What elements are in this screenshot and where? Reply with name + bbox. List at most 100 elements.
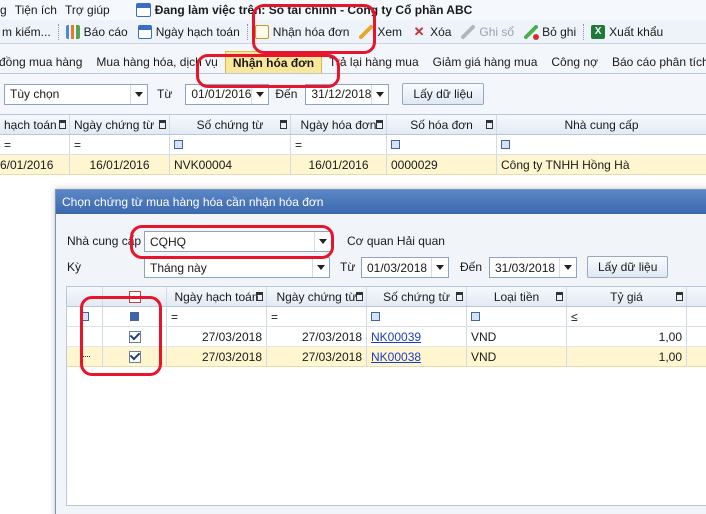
doc-no-link[interactable]: NK00039 xyxy=(371,330,421,344)
menu-item-help[interactable]: Trợ giúp xyxy=(61,3,114,17)
select-all-header[interactable] xyxy=(103,287,167,306)
table-row[interactable]: 27/03/2018 27/03/2018 NK00038 VND 1,00 xyxy=(67,347,706,367)
cell-doc-no[interactable]: NK00038 xyxy=(367,347,467,366)
invoice-icon xyxy=(254,24,269,39)
col-header[interactable]: hạch toán xyxy=(0,115,70,134)
pin-icon[interactable] xyxy=(256,292,263,301)
pin-icon[interactable] xyxy=(456,292,463,301)
filter-cell[interactable]: = xyxy=(70,135,170,154)
report-button[interactable]: Báo cáo xyxy=(61,21,133,43)
dialog-from-date-input[interactable]: 01/03/2018 xyxy=(361,257,449,278)
col-header[interactable]: Ngày hạch toán xyxy=(167,287,267,306)
filter-cell[interactable]: ≤ xyxy=(567,307,687,326)
pin-icon[interactable] xyxy=(356,292,363,301)
pin-icon[interactable] xyxy=(556,292,563,301)
col-header[interactable]: Ngày hóa đơn xyxy=(291,115,387,134)
col-header[interactable]: Nhà cung cấp xyxy=(497,115,706,134)
col-header[interactable]: Tỷ giá xyxy=(567,287,687,306)
tab-purchase-contract[interactable]: đồng mua hàng xyxy=(0,51,89,73)
row-select-cell[interactable] xyxy=(103,347,167,366)
filter-cell[interactable]: = xyxy=(267,307,367,326)
chevron-down-icon[interactable] xyxy=(371,84,389,104)
period-select[interactable]: Tùy chọn xyxy=(4,83,148,105)
view-button[interactable]: Xem xyxy=(354,21,407,43)
cell-doc-no[interactable]: NK00039 xyxy=(367,327,467,346)
unpost-button[interactable]: Bỏ ghi xyxy=(519,21,581,43)
to-date-input[interactable]: 31/12/2018 xyxy=(305,83,390,105)
search-button[interactable]: m kiếm... xyxy=(0,21,56,43)
select-all-checkbox[interactable] xyxy=(128,290,141,303)
chevron-down-icon[interactable] xyxy=(312,258,329,277)
filter-icon[interactable] xyxy=(471,312,480,321)
menu-item-partial[interactable]: g xyxy=(0,3,11,17)
col-header[interactable]: Ngày chứng từ xyxy=(267,287,367,306)
filter-icon[interactable] xyxy=(371,312,380,321)
table-row[interactable]: 6/01/2016 16/01/2016 NVK00004 16/01/2016… xyxy=(0,155,706,175)
filter-cell[interactable] xyxy=(387,135,497,154)
pin-icon[interactable] xyxy=(376,120,383,129)
grid-header: Ngày hạch toán Ngày chứng từ Số chứng từ… xyxy=(67,287,706,307)
table-row[interactable]: 27/03/2018 27/03/2018 NK00039 VND 1,00 xyxy=(67,327,706,347)
post-button[interactable]: Ghi sổ xyxy=(456,21,519,43)
menu-item-utilities[interactable]: Tiện ích xyxy=(11,3,61,17)
row-checkbox[interactable] xyxy=(128,350,141,363)
filter-icon[interactable] xyxy=(174,140,183,149)
filter-cell[interactable] xyxy=(67,307,103,326)
toolbar-separator xyxy=(246,23,248,40)
tab-analysis-report[interactable]: Báo cáo phân tích xyxy=(605,51,706,73)
filter-cell[interactable] xyxy=(170,135,291,154)
filter-icon[interactable] xyxy=(80,312,89,321)
pin-icon[interactable] xyxy=(59,120,66,129)
col-header[interactable]: Loại tiền xyxy=(467,287,567,306)
dialog-fetch-data-button[interactable]: Lấy dữ liệu xyxy=(587,256,669,278)
cell-supplier: Công ty TNHH Hồng Hà xyxy=(501,157,630,172)
filter-icon[interactable] xyxy=(501,140,510,149)
cell-posting-date: 6/01/2016 xyxy=(0,155,70,174)
export-button[interactable]: X Xuất khẩu xyxy=(586,21,668,43)
dialog-to-date-input[interactable]: 31/03/2018 xyxy=(489,257,577,278)
period-value: Tùy chọn xyxy=(10,87,60,101)
col-header[interactable]: Số chứng từ xyxy=(367,287,467,306)
tab-purchase-return[interactable]: Trả lại hàng mua xyxy=(322,51,426,73)
tab-receive-invoice[interactable]: Nhận hóa đơn xyxy=(224,51,323,73)
chevron-down-icon[interactable] xyxy=(559,258,576,277)
dialog-period-select[interactable]: Tháng này xyxy=(144,257,330,278)
tab-debt[interactable]: Công nợ xyxy=(544,51,605,73)
row-select-cell[interactable] xyxy=(103,327,167,346)
chevron-down-icon[interactable] xyxy=(130,84,147,104)
filter-cell[interactable]: = xyxy=(167,307,267,326)
pin-icon[interactable] xyxy=(159,120,166,129)
filter-cell[interactable] xyxy=(497,135,706,154)
tab-purchase-goods-services[interactable]: Mua hàng hóa, dịch vụ xyxy=(89,51,224,73)
doc-no-link[interactable]: NK00038 xyxy=(371,350,421,364)
pin-icon[interactable] xyxy=(486,120,493,129)
filter-cell[interactable] xyxy=(467,307,567,326)
col-header[interactable]: Số hóa đơn xyxy=(387,115,497,134)
fetch-data-button[interactable]: Lấy dữ liệu xyxy=(402,83,484,105)
chevron-down-icon[interactable] xyxy=(314,232,331,251)
filter-cell[interactable] xyxy=(367,307,467,326)
calendar-icon xyxy=(135,3,151,17)
post-label: Ghi sổ xyxy=(479,24,515,39)
delete-button[interactable]: ✕ Xóa xyxy=(407,21,456,43)
tab-purchase-discount[interactable]: Giảm giá hàng mua xyxy=(426,51,545,73)
col-header[interactable]: Số chứng từ xyxy=(170,115,291,134)
filter-icon[interactable] xyxy=(130,312,139,321)
supplier-select[interactable]: CQHQ xyxy=(144,231,332,252)
pin-icon[interactable] xyxy=(676,292,683,301)
posting-date-button[interactable]: Ngày hạch toán xyxy=(133,21,245,43)
col-header[interactable]: Ngày chứng từ xyxy=(70,115,170,134)
row-checkbox[interactable] xyxy=(128,330,141,343)
pin-icon[interactable] xyxy=(280,120,287,129)
row-indicator-mark xyxy=(79,356,90,357)
filter-cell[interactable] xyxy=(103,307,167,326)
filter-icon[interactable] xyxy=(391,140,400,149)
chevron-down-icon[interactable] xyxy=(251,84,269,104)
to-date-value: 31/12/2018 xyxy=(311,87,372,101)
from-date-input[interactable]: 01/01/2016 xyxy=(185,83,270,105)
receive-invoice-button[interactable]: Nhận hóa đơn xyxy=(250,21,355,43)
filter-cell[interactable]: = xyxy=(291,135,387,154)
filter-cell[interactable]: = xyxy=(0,135,70,154)
receive-invoice-label: Nhận hóa đơn xyxy=(272,24,350,39)
chevron-down-icon[interactable] xyxy=(431,258,448,277)
